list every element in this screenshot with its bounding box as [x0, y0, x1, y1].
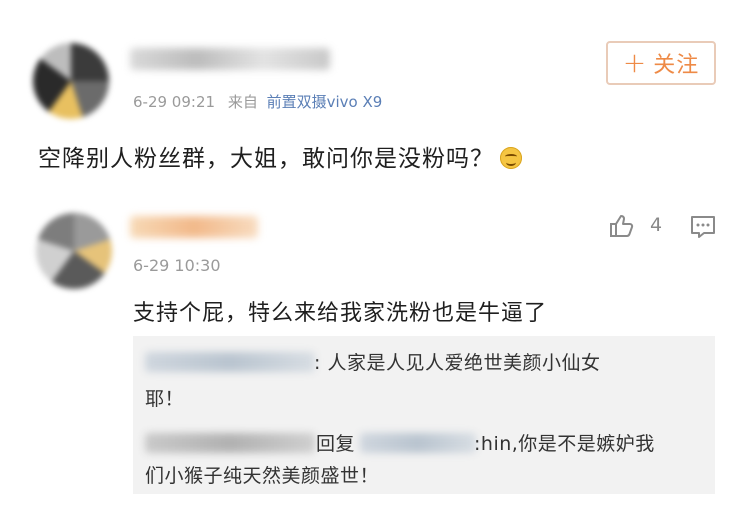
- reply-2-reply-word: 回复: [316, 433, 356, 455]
- comment-avatar[interactable]: [36, 213, 112, 289]
- thumbs-up-icon[interactable]: [607, 212, 635, 240]
- post-source-link[interactable]: 前置双摄vivo X9: [267, 93, 383, 111]
- post-source-prefix: 来自: [227, 93, 258, 111]
- post-meta: 6-29 09:21 来自 前置双摄vivo X9: [133, 91, 382, 112]
- post-time: 6-29 09:21: [133, 93, 216, 111]
- like-count: 4: [650, 214, 663, 236]
- reply-1-text-line2: 耶！: [145, 388, 185, 410]
- post-username[interactable]: [130, 48, 330, 70]
- comment-text: 支持个屁，特么来给我家洗粉也是牛逼了: [133, 301, 548, 326]
- reply-2-text-line2: 们小猴子纯天然美颜盛世！: [145, 465, 380, 487]
- follow-label: 关注: [653, 53, 700, 78]
- post-text: 空降别人粉丝群，大姐，敢问你是没粉吗？: [38, 139, 522, 173]
- reply-1-username[interactable]: [145, 352, 315, 372]
- reply-1-text-line1: : 人家是人见人爱绝世美颜小仙女: [314, 352, 601, 374]
- comment-icon[interactable]: [689, 213, 717, 241]
- reply-2-target-username[interactable]: [360, 433, 476, 453]
- follow-button[interactable]: + 关注: [606, 41, 716, 85]
- reply-2-text-line1: :hin,你是不是嫉妒我: [474, 433, 655, 455]
- comment-time: 6-29 10:30: [133, 256, 221, 275]
- smile-emoji-icon: [500, 147, 522, 169]
- comment-username[interactable]: [130, 216, 258, 238]
- reply-2-username[interactable]: [145, 433, 315, 453]
- post-avatar[interactable]: [33, 43, 109, 119]
- post-text-content: 空降别人粉丝群，大姐，敢问你是没粉吗？: [38, 146, 494, 172]
- plus-icon: +: [622, 46, 648, 79]
